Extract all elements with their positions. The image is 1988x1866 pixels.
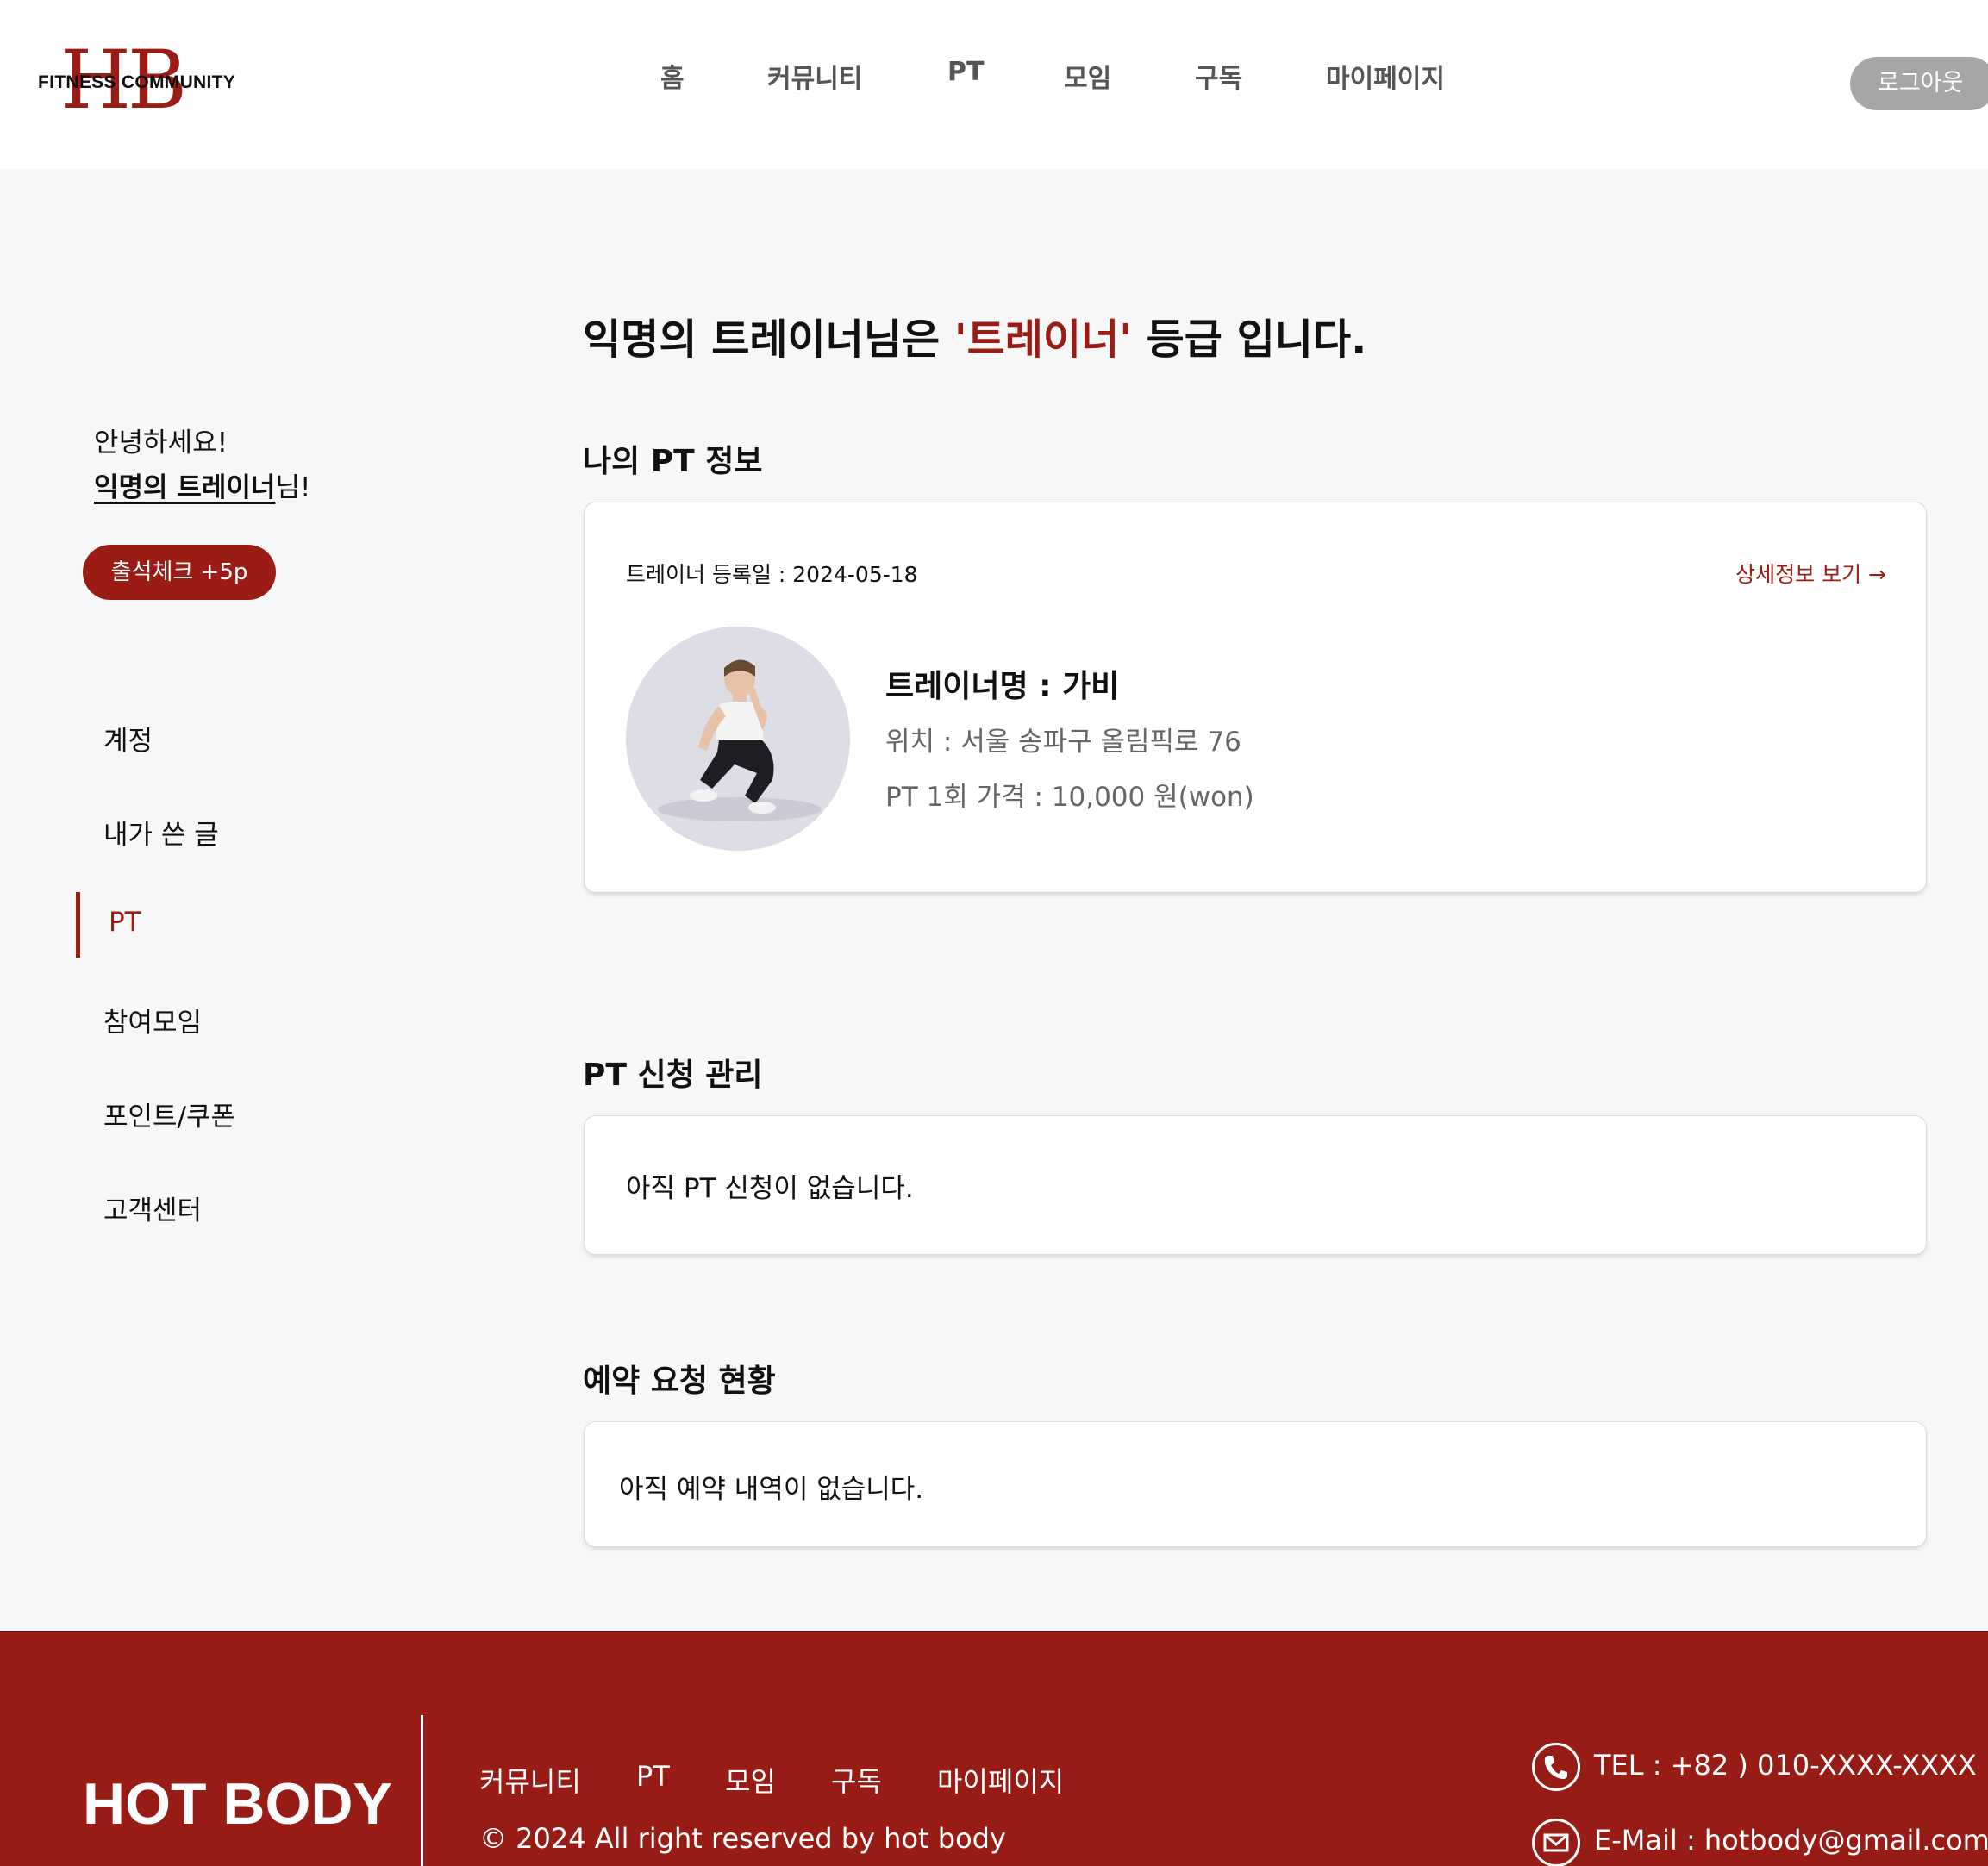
sidebar-item-support[interactable]: 고객센터 bbox=[103, 1189, 202, 1227]
honorific-text: 님! bbox=[275, 472, 311, 503]
footer-nav-community[interactable]: 커뮤니티 bbox=[479, 1760, 581, 1800]
greeting-text: 안녕하세요! bbox=[94, 427, 228, 459]
nav-subscribe[interactable]: 구독 bbox=[1195, 57, 1242, 95]
phone-icon bbox=[1532, 1743, 1580, 1791]
pt-requests-card: 아직 PT 신청이 없습니다. bbox=[584, 1115, 1927, 1255]
active-indicator bbox=[76, 892, 80, 958]
footer-email: E-Mail : hotbody@gmail.com bbox=[1594, 1824, 1988, 1857]
footer-copyright: © 2024 All right reserved by hot body bbox=[479, 1822, 1006, 1855]
trainer-name: 트레이너명 : 가비 bbox=[885, 669, 1120, 704]
nav-community[interactable]: 커뮤니티 bbox=[767, 57, 862, 95]
sidebar-item-points-coupons[interactable]: 포인트/쿠폰 bbox=[103, 1095, 235, 1133]
pt-info-card: 트레이너 등록일 : 2024-05-18 상세정보 보기 → 트레이너명 : … bbox=[584, 502, 1927, 893]
nav-home[interactable]: 홈 bbox=[660, 57, 685, 95]
trainer-photo bbox=[626, 627, 850, 851]
site-header: HB FITNESS COMMUNITY 홈 커뮤니티 PT 모임 구독 마이페… bbox=[0, 0, 1988, 169]
nav-pt[interactable]: PT bbox=[947, 57, 984, 87]
mail-icon bbox=[1532, 1819, 1580, 1866]
trainer-price: PT 1회 가격 : 10,000 원(won) bbox=[885, 782, 1254, 813]
grade-heading: 익명의 트레이너님은 '트레이너' 등급 입니다. bbox=[583, 315, 1367, 364]
footer-nav-mypage[interactable]: 마이페이지 bbox=[937, 1760, 1064, 1800]
nav-meeting[interactable]: 모임 bbox=[1064, 57, 1111, 95]
sidebar-item-account[interactable]: 계정 bbox=[103, 719, 153, 758]
sidebar-item-my-posts[interactable]: 내가 쓴 글 bbox=[103, 813, 219, 852]
site-footer: HOT BODY 커뮤니티 PT 모임 구독 마이페이지 © 2024 All … bbox=[0, 1631, 1988, 1866]
user-name-link[interactable]: 익명의 트레이너 bbox=[94, 472, 275, 503]
sidebar-item-pt[interactable]: PT bbox=[109, 907, 141, 938]
registration-date: 트레이너 등록일 : 2024-05-18 bbox=[626, 562, 918, 587]
attendance-check-button[interactable]: 출석체크 +5p bbox=[83, 545, 276, 600]
footer-nav-subscribe[interactable]: 구독 bbox=[831, 1760, 882, 1800]
footer-nav-meeting[interactable]: 모임 bbox=[725, 1760, 776, 1800]
trainer-location: 위치 : 서울 송파구 올림픽로 76 bbox=[885, 727, 1241, 758]
footer-nav-pt[interactable]: PT bbox=[636, 1760, 670, 1793]
view-details-link[interactable]: 상세정보 보기 → bbox=[1735, 558, 1886, 589]
reservations-card: 아직 예약 내역이 없습니다. bbox=[584, 1421, 1927, 1547]
logout-button[interactable]: 로그아웃 bbox=[1850, 57, 1988, 110]
reservations-title: 예약 요청 현황 bbox=[583, 1364, 776, 1399]
main-nav: 홈 커뮤니티 PT 모임 구독 마이페이지 bbox=[0, 57, 1988, 100]
pt-info-title: 나의 PT 정보 bbox=[583, 444, 763, 479]
pt-requests-title: PT 신청 관리 bbox=[583, 1058, 763, 1093]
user-greeting: 익명의 트레이너님! bbox=[94, 465, 310, 504]
nav-mypage[interactable]: 마이페이지 bbox=[1326, 57, 1445, 95]
footer-divider bbox=[421, 1715, 423, 1866]
reservations-empty: 아직 예약 내역이 없습니다. bbox=[619, 1474, 924, 1505]
footer-tel: TEL : +82 ) 010-XXXX-XXXX bbox=[1594, 1749, 1977, 1782]
footer-brand: HOT BODY bbox=[83, 1771, 392, 1837]
pt-requests-empty: 아직 PT 신청이 없습니다. bbox=[626, 1173, 914, 1204]
sidebar-item-meetings[interactable]: 참여모임 bbox=[103, 1001, 202, 1039]
grade-value: '트레이너' bbox=[953, 315, 1132, 364]
trainer-avatar bbox=[626, 627, 850, 851]
